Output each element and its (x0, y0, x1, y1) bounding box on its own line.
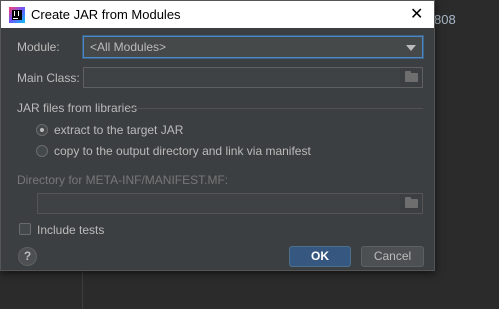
ide-divider (82, 270, 83, 309)
module-label: Module: (17, 40, 60, 54)
extract-option-label[interactable]: extract to the target JAR (54, 123, 183, 137)
group-separator (129, 108, 423, 109)
include-tests-label[interactable]: Include tests (37, 223, 104, 237)
help-icon[interactable]: ? (18, 247, 37, 266)
ide-background-text: 808 (434, 12, 456, 27)
libraries-group-title: JAR files from libraries (17, 101, 138, 115)
module-dropdown-value: <All Modules> (90, 40, 167, 54)
manifest-dir-field[interactable] (37, 193, 423, 214)
manifest-dir-input[interactable] (38, 194, 400, 213)
create-jar-dialog: Create JAR from Modules ✕ Module: <All M… (0, 0, 435, 271)
include-tests-checkbox[interactable] (19, 223, 31, 235)
dialog-title: Create JAR from Modules (31, 7, 181, 22)
copy-radio[interactable] (36, 145, 48, 157)
dialog-titlebar[interactable]: Create JAR from Modules ✕ (1, 1, 434, 28)
app-icon (9, 7, 25, 23)
ok-button[interactable]: OK (289, 246, 351, 267)
manifest-dir-label: Directory for META-INF/MANIFEST.MF: (17, 173, 229, 187)
folder-icon[interactable] (405, 71, 418, 82)
cancel-button[interactable]: Cancel (361, 246, 424, 267)
main-class-field[interactable] (83, 67, 423, 88)
dropdown-arrow-icon (406, 45, 416, 51)
main-class-input[interactable] (84, 68, 400, 87)
close-icon[interactable]: ✕ (410, 4, 423, 24)
main-class-label: Main Class: (17, 71, 80, 85)
extract-radio[interactable] (36, 124, 48, 136)
folder-icon[interactable] (405, 197, 418, 208)
copy-option-label[interactable]: copy to the output directory and link vi… (54, 144, 311, 158)
module-dropdown[interactable]: <All Modules> (83, 36, 423, 58)
